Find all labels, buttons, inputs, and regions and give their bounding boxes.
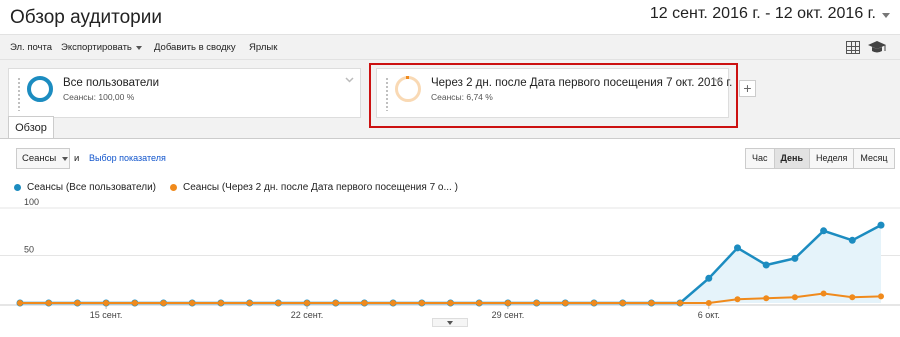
series-area: [20, 225, 881, 303]
y-tick-label: 50: [24, 245, 34, 255]
toolbar: Эл. почта Экспортировать Добавить в свод…: [0, 34, 900, 60]
graduation-cap-icon[interactable]: [867, 40, 887, 55]
highlight-box: [369, 63, 738, 128]
data-point: [878, 293, 884, 300]
data-point: [734, 244, 741, 252]
data-point: [848, 236, 856, 244]
segment-label: Все пользователи: [63, 77, 160, 89]
data-point: [476, 300, 483, 306]
data-point: [160, 300, 167, 306]
data-point: [504, 300, 511, 306]
data-point: [677, 300, 684, 306]
data-point: [533, 300, 540, 306]
data-point: [103, 300, 110, 306]
legend-item[interactable]: Сеансы (Все пользователи): [14, 182, 156, 193]
data-point: [705, 274, 713, 282]
data-point: [562, 300, 569, 306]
period-selector: Час День Неделя Месяц: [745, 148, 895, 169]
segment-sessions-percent: Сеансы: 100,00 %: [63, 92, 135, 102]
email-button[interactable]: Эл. почта: [10, 42, 52, 53]
data-point: [734, 296, 741, 303]
data-point: [820, 227, 828, 235]
line-chart: 100 50 15 сент. 22 сент. 29 сент. 6 окт.: [0, 198, 900, 320]
segment-all-users[interactable]: Все пользователи Сеансы: 100,00 %: [8, 68, 361, 118]
x-tick-label: 22 сент.: [291, 310, 324, 320]
shortcut-button[interactable]: Ярлык: [249, 42, 277, 53]
chart-expand-button[interactable]: [432, 318, 468, 327]
data-point: [648, 300, 655, 306]
add-to-dashboard-button[interactable]: Добавить в сводку: [154, 42, 236, 53]
data-point: [791, 254, 799, 262]
period-month-button[interactable]: Месяц: [853, 148, 895, 169]
legend-item[interactable]: Сеансы (Через 2 дн. после Дата первого п…: [170, 182, 458, 193]
data-point: [390, 300, 397, 306]
grid-icon[interactable]: [846, 41, 860, 54]
shortcut-label: Ярлык: [249, 42, 278, 53]
date-range-label: 12 сент. 2016 г. - 12 окт. 2016 г.: [649, 5, 876, 22]
date-range-picker[interactable]: 12 сент. 2016 г. - 12 окт. 2016 г.: [650, 5, 890, 23]
data-point: [763, 295, 770, 302]
data-point: [591, 300, 597, 306]
period-week-button[interactable]: Неделя: [809, 148, 855, 169]
x-tick-label: 15 сент.: [90, 310, 123, 320]
data-point: [619, 300, 626, 306]
export-button[interactable]: Экспортировать: [61, 42, 142, 53]
chart-legend: Сеансы (Все пользователи) Сеансы (Через …: [14, 182, 472, 193]
chevron-down-icon: [882, 13, 890, 18]
legend-label: Сеансы (Все пользователи): [27, 182, 156, 193]
drag-handle[interactable]: [17, 77, 21, 111]
data-point: [246, 300, 253, 306]
data-point: [791, 294, 798, 301]
x-tick-label: 29 сент.: [492, 310, 525, 320]
export-label: Экспортировать: [61, 42, 132, 53]
add-segment-button[interactable]: +: [739, 80, 756, 97]
email-label: Эл. почта: [10, 42, 53, 53]
x-tick-label: 6 окт.: [698, 310, 720, 320]
legend-dot-icon: [14, 184, 21, 191]
data-point: [447, 300, 454, 306]
data-point: [705, 300, 712, 306]
chevron-down-icon: [62, 157, 69, 161]
and-label: и: [74, 153, 80, 164]
data-point: [45, 300, 52, 306]
legend-dot-icon: [170, 184, 177, 191]
chevron-down-icon: [447, 321, 453, 325]
tab-divider: [0, 138, 900, 139]
tab-overview[interactable]: Обзор: [8, 116, 54, 139]
data-point: [877, 221, 885, 229]
choose-metric-link[interactable]: Выбор показателя: [89, 153, 166, 163]
period-hour-button[interactable]: Час: [745, 148, 775, 169]
data-point: [217, 300, 224, 306]
data-point: [332, 300, 339, 306]
page-title: Обзор аудитории: [10, 7, 162, 28]
data-point: [275, 300, 282, 306]
chevron-down-icon: [135, 45, 142, 50]
data-point: [820, 290, 827, 297]
legend-label: Сеансы (Через 2 дн. после Дата первого п…: [183, 182, 458, 193]
chevron-down-icon[interactable]: [345, 75, 354, 84]
data-point: [304, 300, 310, 306]
period-day-button[interactable]: День: [773, 148, 811, 169]
y-tick-label: 100: [24, 198, 39, 207]
metric-select[interactable]: Сеансы: [16, 148, 70, 169]
data-point: [762, 261, 770, 269]
data-point: [131, 300, 138, 306]
data-point: [189, 300, 196, 306]
add-to-dashboard-label: Добавить в сводку: [154, 42, 236, 53]
segment-ring-icon: [27, 76, 53, 102]
data-point: [418, 300, 425, 306]
data-point: [74, 300, 81, 306]
metric-select-value: Сеансы: [22, 153, 57, 164]
data-point: [17, 300, 23, 306]
data-point: [849, 294, 856, 301]
data-point: [361, 300, 368, 306]
